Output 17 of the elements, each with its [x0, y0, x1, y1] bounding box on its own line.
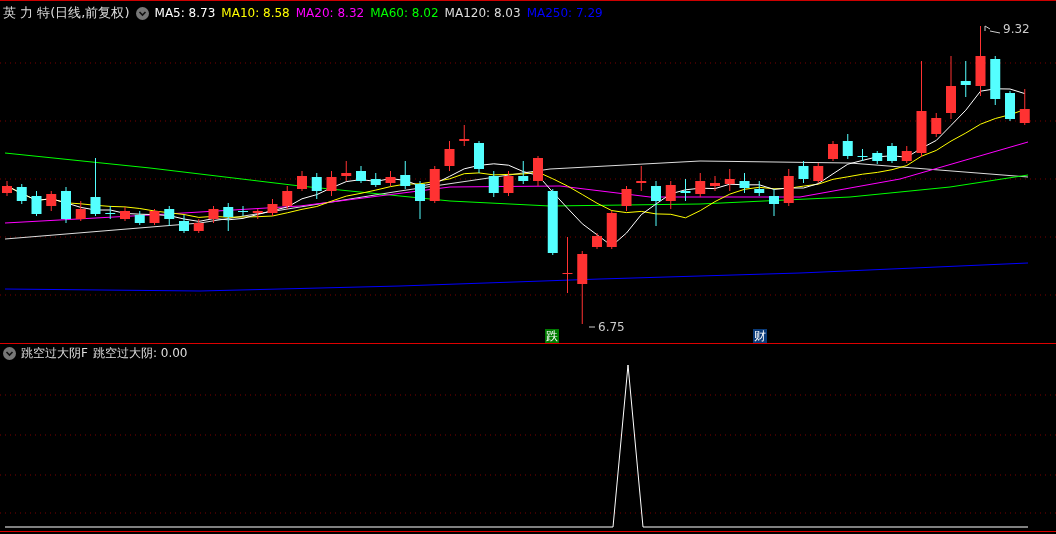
moving-average-label: MA5: 8.73 — [154, 6, 216, 20]
leader-line — [984, 25, 1001, 34]
moving-average-label: MA20: 8.32 — [295, 6, 365, 20]
event-marker: 财 — [753, 329, 767, 343]
low-price-label: 6.75 — [598, 320, 625, 334]
leader-line — [588, 326, 596, 328]
indicator-title: 跳空过大阴F — [21, 345, 88, 362]
moving-average-label: MA120: 8.03 — [444, 6, 521, 20]
moving-average-label: MA60: 8.02 — [370, 6, 439, 20]
high-price-label: 9.32 — [1003, 22, 1030, 36]
dropdown-icon[interactable] — [3, 347, 16, 360]
moving-average-label: MA250: 7.29 — [526, 6, 603, 20]
dropdown-icon[interactable] — [135, 6, 149, 20]
event-marker: 跌 — [545, 329, 559, 343]
moving-average-label: MA10: 8.58 — [221, 6, 290, 20]
stock-title: 英 力 特(日线,前复权) — [3, 4, 130, 22]
indicator-reading: 跳空过大阴: 0.00 — [92, 345, 188, 362]
